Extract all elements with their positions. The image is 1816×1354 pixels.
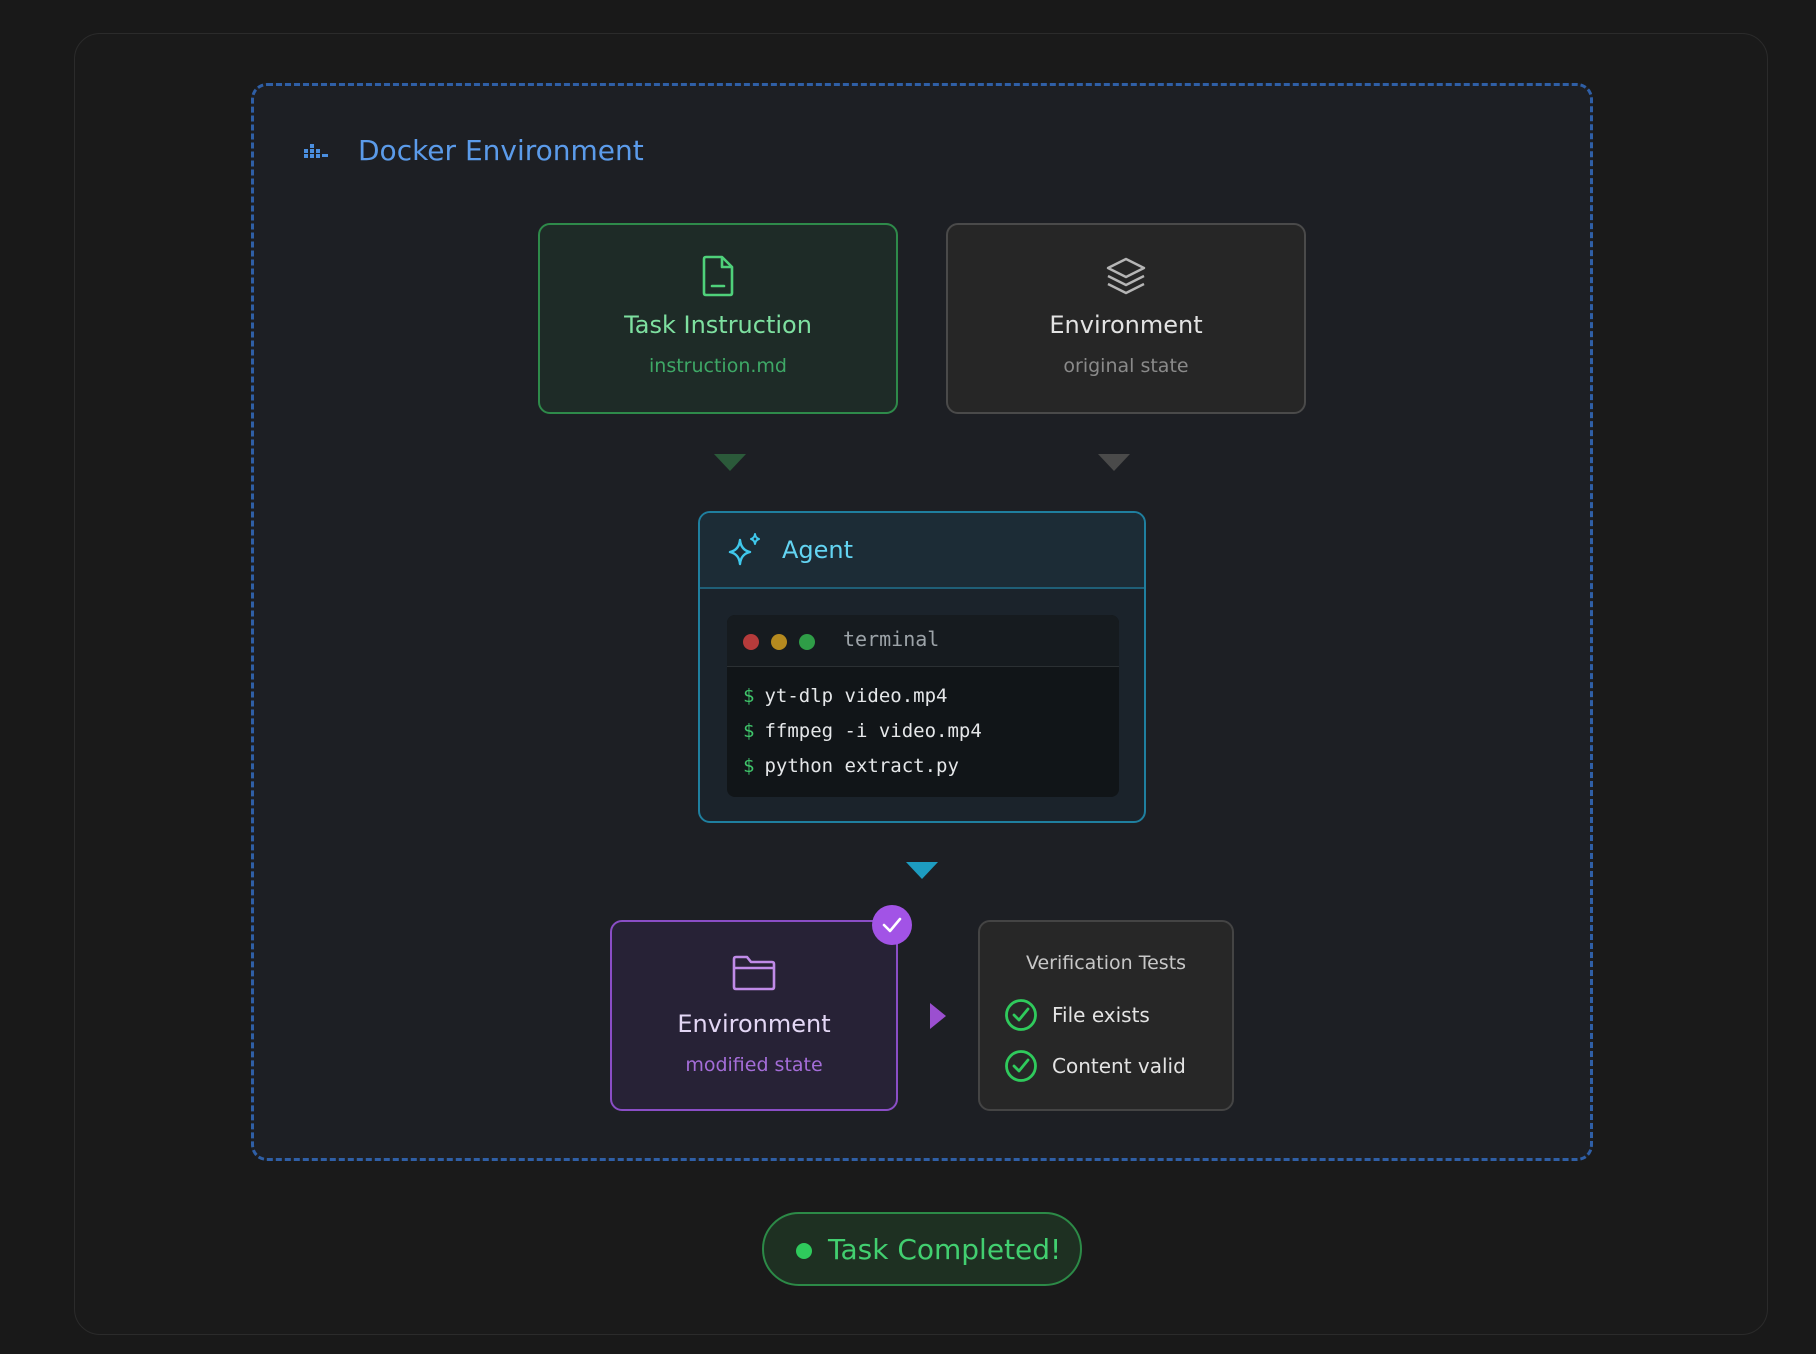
check-circle-icon [1005,1050,1037,1082]
verification-check-label: File exists [1052,1003,1150,1027]
task-instruction-file: instruction.md [649,355,787,377]
task-completed-label: Task Completed! [828,1233,1062,1266]
verification-title: Verification Tests [1025,952,1187,974]
terminal-titlebar: terminal [727,615,1119,667]
close-dot [743,634,759,650]
check-badge-icon [872,905,912,945]
agent-node: Agent terminal $ yt-dlp video.mp4 $ ffmpeg… [698,511,1146,823]
arrow-agent-to-environment [906,862,938,879]
agent-title: Agent [782,536,854,564]
terminal-command: $ yt-dlp video.mp4 [743,685,948,707]
minimize-dot [771,634,787,650]
task-instruction-title: Task Instruction [624,311,812,339]
document-icon [702,255,734,297]
environment-original-title: Environment [1049,311,1203,339]
agent-header: Agent [700,513,1144,589]
docker-icon [304,136,330,172]
environment-modified-title: Environment [677,1010,831,1038]
verification-tests-node: Verification Tests File exists Content v… [978,920,1234,1111]
layers-icon [1106,257,1146,295]
status-dot [796,1243,812,1259]
task-instruction-node: Task Instruction instruction.md [538,223,898,414]
environment-original-node: Environment original state [946,223,1306,414]
verification-check-item: Content valid [1004,1049,1186,1083]
task-completed-badge: Task Completed! [762,1212,1082,1286]
arrow-task-to-agent [714,454,746,471]
sparkles-icon [728,533,760,566]
maximize-dot [799,634,815,650]
environment-modified-node: Environment modified state [610,920,898,1111]
arrow-to-verification [930,1003,946,1029]
environment-original-subtitle: original state [1063,355,1189,377]
verification-check-item: File exists [1004,998,1150,1032]
environment-modified-subtitle: modified state [685,1054,823,1076]
terminal-command: $ ffmpeg -i video.mp4 [743,720,982,742]
terminal-title: terminal [843,627,940,651]
terminal-command: $ python extract.py [743,755,959,777]
folder-icon [732,955,776,991]
check-circle-icon [1005,999,1037,1031]
terminal-window: terminal $ yt-dlp video.mp4 $ ffmpeg -i vi… [727,615,1119,797]
verification-check-label: Content valid [1052,1054,1186,1078]
arrow-environment-to-agent [1098,454,1130,471]
docker-title: Docker Environment [358,134,644,167]
